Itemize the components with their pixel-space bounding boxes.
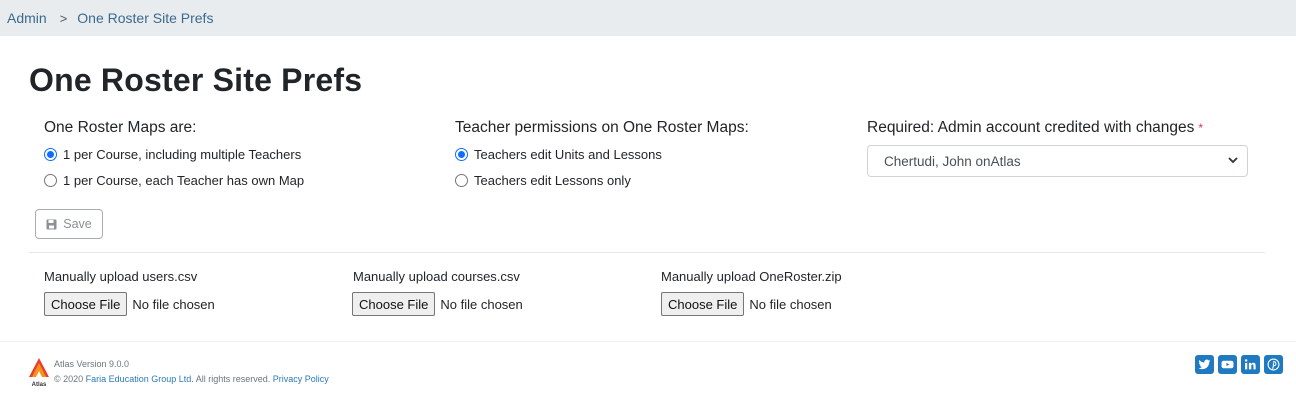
- radio-checked-icon[interactable]: [455, 148, 468, 161]
- upload-oneroster-input: Choose File No file chosen: [661, 292, 832, 316]
- maps-option-per-teacher[interactable]: 1 per Course, each Teacher has own Map: [44, 173, 304, 188]
- upload-oneroster-label: Manually upload OneRoster.zip: [661, 269, 842, 284]
- atlas-logo: Atlas: [27, 357, 51, 388]
- maps-option-shared-label: 1 per Course, including multiple Teacher…: [63, 147, 302, 162]
- permissions-option-lessons-only-label: Teachers edit Lessons only: [474, 173, 631, 188]
- file-status: No file chosen: [132, 296, 215, 312]
- upload-users-label: Manually upload users.csv: [44, 269, 198, 284]
- breadcrumb-separator: >: [59, 10, 68, 26]
- radio-unchecked-icon[interactable]: [455, 174, 468, 187]
- footer-version: Atlas Version 9.0.0: [54, 359, 130, 369]
- upload-courses-label: Manually upload courses.csv: [353, 269, 520, 284]
- maps-option-shared[interactable]: 1 per Course, including multiple Teacher…: [44, 147, 301, 162]
- upload-courses-input: Choose File No file chosen: [352, 292, 523, 316]
- social-links: [1191, 355, 1283, 374]
- choose-file-button[interactable]: Choose File: [661, 292, 745, 316]
- company-link[interactable]: Faria Education Group Ltd.: [86, 374, 194, 384]
- twitter-icon[interactable]: [1195, 355, 1214, 374]
- breadcrumb: Admin > One Roster Site Prefs: [0, 0, 1296, 36]
- pinterest-icon[interactable]: [1264, 355, 1283, 374]
- permissions-option-units-lessons-label: Teachers edit Units and Lessons: [474, 147, 662, 162]
- permissions-option-lessons-only[interactable]: Teachers edit Lessons only: [455, 173, 631, 188]
- choose-file-button[interactable]: Choose File: [44, 292, 128, 316]
- breadcrumb-current: One Roster Site Prefs: [77, 10, 214, 26]
- admin-account-label-text: Required: Admin account credited with ch…: [867, 119, 1195, 136]
- file-status: No file chosen: [749, 296, 832, 312]
- permissions-option-units-lessons[interactable]: Teachers edit Units and Lessons: [455, 147, 662, 162]
- footer-copyright: © 2020 Faria Education Group Ltd. All ri…: [54, 374, 329, 384]
- file-status: No file chosen: [440, 296, 523, 312]
- admin-account-select[interactable]: Chertudi, John onAtlas: [867, 145, 1248, 177]
- breadcrumb-admin-link[interactable]: Admin: [7, 10, 47, 26]
- floppy-disk-icon: [46, 219, 57, 230]
- radio-unchecked-icon[interactable]: [44, 174, 57, 187]
- privacy-policy-link[interactable]: Privacy Policy: [273, 374, 329, 384]
- maps-group-label: One Roster Maps are:: [44, 119, 197, 136]
- footer-divider: [0, 341, 1296, 342]
- svg-text:Atlas: Atlas: [32, 382, 47, 387]
- maps-option-per-teacher-label: 1 per Course, each Teacher has own Map: [63, 173, 305, 188]
- permissions-group-label: Teacher permissions on One Roster Maps:: [455, 119, 749, 136]
- admin-account-label: Required: Admin account credited with ch…: [867, 119, 1203, 137]
- linkedin-icon[interactable]: [1241, 355, 1260, 374]
- page-title: One Roster Site Prefs: [29, 62, 363, 98]
- rights-text: All rights reserved.: [195, 374, 271, 384]
- required-marker: *: [1198, 121, 1204, 135]
- upload-users-input: Choose File No file chosen: [44, 292, 215, 316]
- chevron-down-icon: [1227, 154, 1239, 169]
- radio-checked-icon[interactable]: [44, 148, 57, 161]
- copyright-prefix: © 2020: [54, 374, 84, 384]
- save-button-label: Save: [63, 217, 92, 231]
- choose-file-button[interactable]: Choose File: [352, 292, 436, 316]
- save-button[interactable]: Save: [35, 209, 103, 239]
- youtube-icon[interactable]: [1218, 355, 1237, 374]
- admin-account-selected-value: Chertudi, John onAtlas: [884, 153, 1021, 169]
- section-divider: [29, 252, 1265, 253]
